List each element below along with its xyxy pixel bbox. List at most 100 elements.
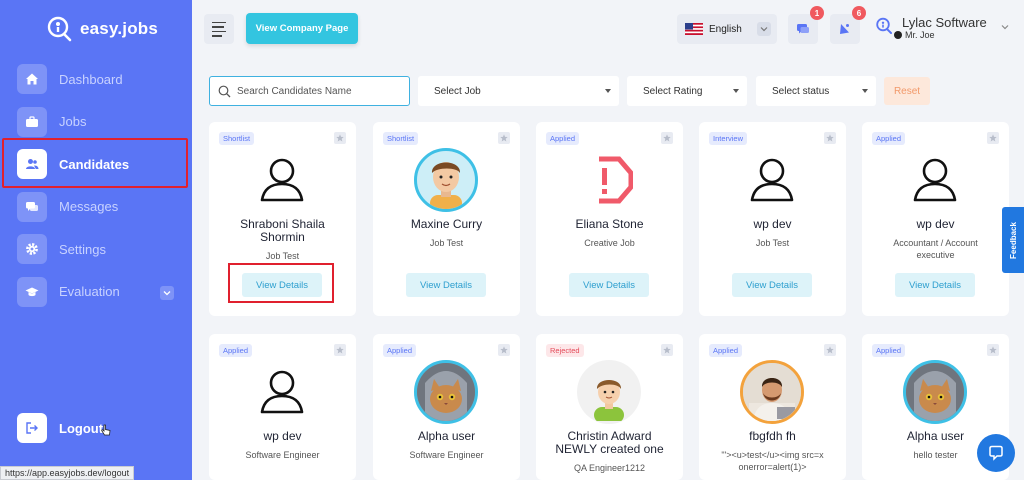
select-job-dropdown[interactable]: Select Job (418, 76, 619, 106)
candidate-card[interactable]: Applied wp dev Software Engineer (209, 334, 356, 480)
candidate-card[interactable]: Rejected Christin Adward NEWLY created o… (536, 334, 683, 480)
avatar-error-icon (577, 148, 641, 212)
logout-button[interactable]: Logout (17, 413, 111, 443)
avatar-cartoon-man (414, 148, 478, 212)
candidate-name: Alpha user (417, 429, 476, 443)
candidate-card[interactable]: Applied Eliana Stone Creative Job View D… (536, 122, 683, 316)
message-icon (797, 24, 809, 34)
avatar-cat-photo (414, 360, 478, 424)
company-logo-icon (876, 17, 892, 34)
logout-icon (17, 413, 47, 443)
star-icon[interactable] (987, 132, 999, 144)
star-icon[interactable] (498, 132, 510, 144)
candidate-card[interactable]: Applied Alpha user Software Engineer (373, 334, 520, 480)
view-details-button[interactable]: View Details (406, 273, 486, 297)
candidate-name: Maxine Curry (410, 217, 483, 231)
candidate-name: Christin Adward NEWLY created one (555, 429, 664, 456)
language-label: English (709, 23, 742, 35)
candidate-job: Job Test (429, 238, 464, 248)
avatar-placeholder-icon (250, 360, 314, 424)
hand-cursor-icon (101, 424, 111, 435)
select-rating-dropdown[interactable]: Select Rating (627, 76, 747, 106)
select-status-dropdown[interactable]: Select status (756, 76, 876, 106)
candidate-name: Eliana Stone (575, 217, 644, 231)
candidate-job: Job Test (265, 251, 300, 261)
candidate-card[interactable]: Interview wp dev Job Test View Details (699, 122, 846, 316)
select-status-label: Select status (772, 85, 830, 97)
brand-name: easy.jobs (80, 19, 159, 38)
search-icon (218, 85, 231, 97)
sidebar-item-label: Jobs (59, 114, 87, 130)
messages-button[interactable]: 1 (788, 6, 824, 44)
messages-badge: 1 (810, 6, 824, 20)
star-icon[interactable] (987, 344, 999, 356)
chat-icon (17, 191, 47, 222)
language-select[interactable]: English (677, 14, 777, 44)
user-name-row: Mr. Joe (894, 30, 935, 40)
status-badge: Applied (709, 344, 743, 357)
sidebar-item-jobs[interactable]: Jobs (0, 101, 192, 144)
star-icon[interactable] (661, 344, 673, 356)
candidate-name: wp dev (753, 217, 792, 231)
candidate-card[interactable]: Applied fbgfdh fh "'><u>test</u><img src… (699, 334, 846, 480)
notifications-badge: 6 (852, 6, 866, 20)
status-badge: Applied (872, 132, 906, 145)
status-badge: Applied (872, 344, 906, 357)
home-icon (17, 64, 47, 95)
caret-down-icon (862, 89, 868, 93)
brand-logo[interactable]: easy.jobs (44, 14, 158, 44)
sidebar-item-label: Messages (59, 199, 119, 215)
view-details-button[interactable]: View Details (569, 273, 649, 297)
search-input[interactable] (237, 85, 397, 97)
feedback-tab[interactable]: Feedback (1002, 207, 1024, 273)
sidebar-item-label: Dashboard (59, 71, 123, 87)
view-details-button[interactable]: View Details (732, 273, 812, 297)
sidebar-item-settings[interactable]: Settings (0, 228, 192, 271)
star-icon[interactable] (334, 344, 346, 356)
candidate-name: wp dev (263, 429, 302, 443)
notifications-button[interactable]: 6 (830, 6, 866, 44)
candidate-job: Software Engineer (409, 450, 484, 460)
menu-toggle-button[interactable] (204, 14, 234, 44)
avatar-cat-photo (903, 360, 967, 424)
star-icon[interactable] (824, 344, 836, 356)
star-icon[interactable] (661, 132, 673, 144)
chat-bubble-icon (989, 445, 1003, 461)
sidebar-item-dashboard[interactable]: Dashboard (0, 58, 192, 101)
sidebar-item-evaluation[interactable]: Evaluation (0, 271, 192, 314)
candidates-highlight-box (2, 138, 188, 188)
status-badge: Shortlist (219, 132, 255, 145)
candidate-name: wp dev (916, 217, 955, 231)
view-company-page-button[interactable]: View Company Page (246, 13, 358, 44)
topbar: View Company Page English 1 6 Lylac Soft… (192, 0, 1024, 60)
candidate-name: fbgfdh fh (749, 429, 796, 443)
search-candidates[interactable] (209, 76, 410, 106)
live-chat-button[interactable] (977, 434, 1015, 472)
status-badge: Applied (219, 344, 253, 357)
candidate-job: QA Engineer1212 (573, 463, 646, 473)
star-icon[interactable] (498, 344, 510, 356)
graduation-cap-icon (17, 276, 47, 307)
candidate-card[interactable]: Applied wp dev Accountant / Account exec… (862, 122, 1009, 316)
candidate-card[interactable]: Shortlist Maxine Curry Job Test View Det… (373, 122, 520, 316)
sidebar: easy.jobs Dashboard Jobs Candidates Mess… (0, 0, 192, 480)
star-icon[interactable] (334, 132, 346, 144)
user-menu[interactable]: Lylac Software Mr. Joe (874, 14, 1019, 44)
sidebar-item-messages[interactable]: Messages (0, 186, 192, 229)
briefcase-icon (17, 106, 47, 137)
user-avatar (894, 31, 902, 39)
star-icon[interactable] (824, 132, 836, 144)
easyjobs-logo-icon (47, 16, 72, 42)
avatar-placeholder-icon (740, 148, 804, 212)
view-details-button[interactable]: View Details (895, 273, 975, 297)
sidebar-item-label: Settings (59, 241, 106, 257)
caret-down-icon (605, 89, 611, 93)
candidate-job: Job Test (755, 238, 790, 248)
bell-icon (840, 24, 849, 34)
status-badge: Rejected (546, 344, 584, 357)
chevron-down-icon[interactable] (160, 285, 174, 300)
select-rating-label: Select Rating (643, 85, 703, 97)
reset-button[interactable]: Reset (884, 77, 930, 105)
candidate-job: Creative Job (584, 238, 635, 248)
feedback-label: Feedback (1008, 221, 1018, 259)
